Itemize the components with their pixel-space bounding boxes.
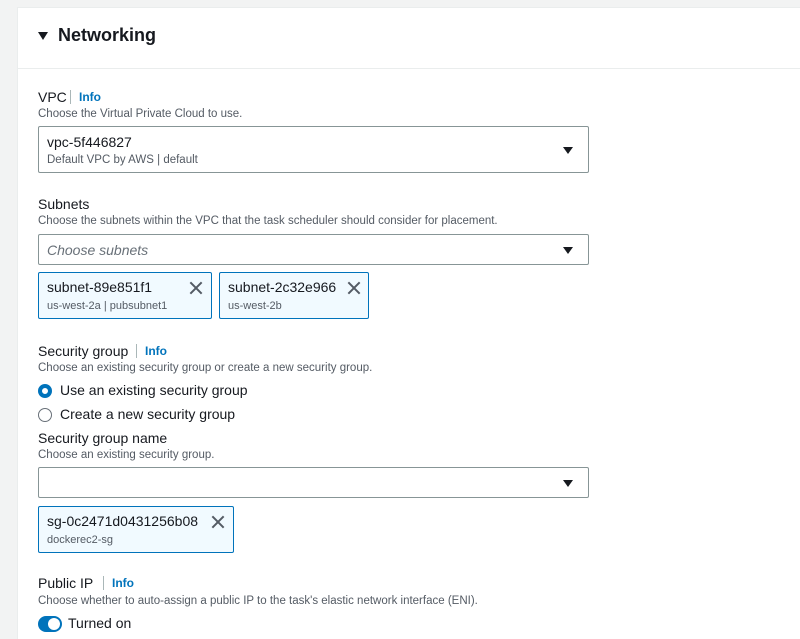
subnets-label: Subnets	[38, 196, 90, 212]
subnet-token: subnet-89e851f1 us-west-2a | pubsubnet1	[38, 272, 212, 319]
subnets-select[interactable]: Choose subnets	[38, 234, 589, 265]
dropdown-caret-icon	[563, 247, 573, 254]
radio-label-new[interactable]: Create a new security group	[60, 406, 235, 422]
radio-label-existing[interactable]: Use an existing security group	[60, 382, 248, 398]
radio-existing-security-group[interactable]	[38, 384, 52, 398]
vpc-description: Choose the Virtual Private Cloud to use.	[38, 108, 243, 120]
security-group-name-description: Choose an existing security group.	[38, 449, 215, 461]
public-ip-label: Public IP	[38, 575, 94, 591]
public-ip-info-link[interactable]: Info	[112, 576, 134, 590]
remove-icon[interactable]	[347, 281, 361, 295]
vpc-selected-sub: Default VPC by AWS | default	[47, 154, 198, 166]
info-divider	[70, 90, 71, 104]
info-divider	[136, 344, 137, 358]
security-group-info-link[interactable]: Info	[145, 344, 167, 358]
security-group-token-detail: dockerec2-sg	[47, 534, 114, 546]
subnet-token-id: subnet-89e851f1	[47, 279, 153, 295]
dropdown-caret-icon	[563, 480, 573, 487]
security-group-description: Choose an existing security group or cre…	[38, 362, 373, 374]
security-group-label: Security group	[38, 343, 129, 359]
security-group-name-label: Security group name	[38, 430, 168, 446]
subnet-token-detail: us-west-2b	[228, 300, 282, 312]
caret-down-icon[interactable]	[38, 32, 48, 40]
subnet-token-id: subnet-2c32e966	[228, 279, 337, 295]
remove-icon[interactable]	[189, 281, 203, 295]
info-divider	[103, 576, 104, 590]
vpc-select[interactable]: vpc-5f446827 Default VPC by AWS | defaul…	[38, 126, 589, 173]
vpc-info-link[interactable]: Info	[79, 90, 101, 104]
subnet-token: subnet-2c32e966 us-west-2b	[219, 272, 369, 319]
security-group-name-select[interactable]	[38, 467, 589, 498]
public-ip-description: Choose whether to auto-assign a public I…	[38, 595, 478, 607]
toggle-knob	[48, 618, 60, 630]
public-ip-toggle-label: Turned on	[68, 615, 132, 631]
remove-icon[interactable]	[211, 515, 225, 529]
subnets-description: Choose the subnets within the VPC that t…	[38, 215, 498, 227]
subnets-placeholder: Choose subnets	[47, 242, 149, 258]
public-ip-toggle[interactable]	[38, 616, 62, 632]
security-group-token: sg-0c2471d0431256b08 dockerec2-sg	[38, 506, 234, 553]
vpc-selected-value: vpc-5f446827	[47, 134, 132, 150]
security-group-token-id: sg-0c2471d0431256b08	[47, 513, 199, 529]
radio-new-security-group[interactable]	[38, 408, 52, 422]
vpc-label: VPC	[38, 89, 67, 105]
panel-header[interactable]: Networking	[18, 8, 800, 69]
networking-panel: Networking VPC Info Choose the Virtual P…	[17, 7, 800, 639]
panel-title: Networking	[58, 25, 157, 45]
subnet-token-detail: us-west-2a | pubsubnet1	[47, 300, 168, 312]
dropdown-caret-icon	[563, 147, 573, 154]
